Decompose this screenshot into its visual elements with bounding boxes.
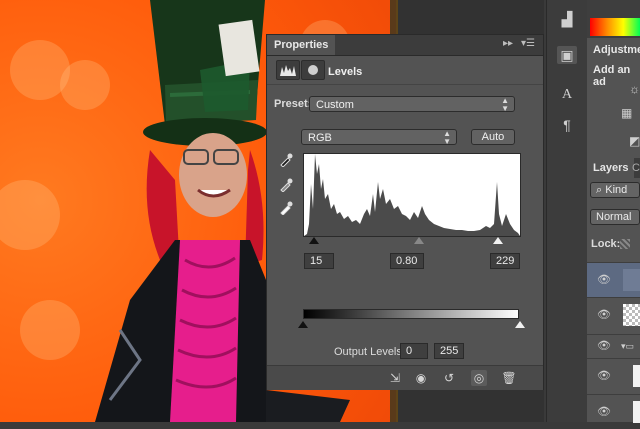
- input-levels-slider[interactable]: [303, 235, 519, 247]
- select-arrows-icon: ▲ ▼: [501, 96, 509, 113]
- gamma-slider-handle[interactable]: [414, 237, 424, 244]
- blend-mode-select[interactable]: Normal: [590, 209, 640, 225]
- preset-value: Custom: [316, 99, 354, 111]
- layer-row-photo[interactable]: 👁: [587, 297, 640, 332]
- layer-visibility-eye-icon[interactable]: 👁: [597, 339, 611, 353]
- character-panel-icon[interactable]: A: [557, 86, 577, 104]
- layer-visibility-eye-icon[interactable]: 👁: [597, 405, 611, 419]
- exposure-icon[interactable]: ◩: [629, 134, 640, 148]
- histogram-panel-icon[interactable]: ▟: [557, 10, 577, 28]
- layer-visibility-eye-icon[interactable]: 👁: [597, 369, 611, 383]
- delete-trash-icon[interactable]: 🗑: [501, 370, 517, 386]
- properties-header: [267, 56, 543, 85]
- view-previous-state-icon[interactable]: ◉: [413, 370, 429, 386]
- layer-visibility-eye-icon[interactable]: 👁: [597, 273, 611, 287]
- search-icon: ⌕: [596, 184, 603, 196]
- input-gamma-field[interactable]: 0.80: [390, 253, 424, 269]
- layer-thumbnail: [623, 269, 640, 291]
- channel-select[interactable]: RGB ▲ ▼: [301, 129, 457, 146]
- layer-row[interactable]: 👁: [587, 358, 640, 393]
- collapse-icon[interactable]: ▸▸: [503, 38, 513, 49]
- paragraph-panel-icon[interactable]: ¶: [557, 116, 577, 134]
- properties-panel-icon[interactable]: ▣: [557, 46, 577, 64]
- brightness-icon[interactable]: ☼: [629, 82, 640, 96]
- input-white-field[interactable]: 229: [490, 253, 520, 269]
- lock-transparency-icon[interactable]: [620, 239, 630, 249]
- adjustments-title: Adjustmen: [593, 44, 640, 56]
- output-levels-gradient: [303, 309, 519, 319]
- layer-row[interactable]: 👁: [587, 394, 640, 429]
- clip-to-layer-icon[interactable]: ⇲: [387, 370, 403, 386]
- layer-row-group[interactable]: 👁 ▾▭: [587, 334, 640, 359]
- mask-icon[interactable]: [301, 60, 325, 80]
- output-white-field[interactable]: 255: [434, 343, 464, 359]
- folder-icon: ▾▭: [621, 341, 635, 351]
- reset-icon[interactable]: ↺: [441, 370, 457, 386]
- white-point-slider-handle[interactable]: [493, 237, 503, 244]
- lock-label: Lock:: [591, 238, 621, 250]
- select-arrows-icon: ▲ ▼: [443, 129, 451, 146]
- input-black-field[interactable]: 15: [304, 253, 334, 269]
- color-spectrum[interactable]: [590, 18, 640, 36]
- layer-thumbnail: [623, 304, 640, 326]
- panel-icon-strip: ▟ ▣ A ¶: [546, 0, 588, 422]
- levels-adjustment-icon[interactable]: [276, 60, 300, 80]
- layer-row-levels[interactable]: 👁: [587, 262, 640, 297]
- output-levels-label: Output Levels:: [334, 346, 405, 358]
- layer-thumbnail: [633, 401, 640, 423]
- auto-button[interactable]: Auto: [471, 129, 515, 145]
- black-point-slider-handle[interactable]: [309, 237, 319, 244]
- properties-footer: ⇲ ◉ ↺ ◎ 🗑: [267, 365, 543, 390]
- white-point-eyedropper-icon[interactable]: [279, 201, 293, 216]
- visibility-eye-icon[interactable]: ◎: [471, 370, 487, 386]
- properties-tab[interactable]: Properties: [267, 35, 336, 55]
- panel-menu-icon[interactable]: ▾☰: [521, 38, 535, 49]
- layers-tab[interactable]: Layers: [587, 158, 635, 178]
- levels-histogram: [303, 153, 521, 237]
- layer-visibility-eye-icon[interactable]: 👁: [597, 308, 611, 322]
- adjustments-panel: Adjustmen Add an ad ☼ ▦ ◩: [587, 38, 640, 158]
- properties-panel: Properties ▸▸ ▾☰ Levels Preset: Custom ▲…: [266, 34, 544, 390]
- preset-select[interactable]: Custom ▲ ▼: [309, 96, 515, 113]
- channel-value: RGB: [308, 132, 332, 144]
- filter-kind-select[interactable]: ⌕ Kind: [590, 182, 640, 198]
- output-white-slider-handle[interactable]: [515, 321, 525, 328]
- black-point-eyedropper-icon[interactable]: [279, 153, 293, 168]
- output-black-field[interactable]: 0: [400, 343, 428, 359]
- kind-label: Kind: [605, 184, 628, 196]
- gray-point-eyedropper-icon[interactable]: [279, 178, 293, 193]
- output-black-slider-handle[interactable]: [298, 321, 308, 328]
- preset-label: Preset:: [274, 98, 312, 110]
- properties-tabbar: Properties ▸▸ ▾☰: [267, 35, 543, 56]
- layer-thumbnail: [633, 365, 640, 387]
- channels-tab[interactable]: C: [632, 162, 640, 174]
- histogram-graph: [304, 154, 520, 236]
- levels-title: Levels: [328, 66, 363, 78]
- levels-icon[interactable]: ▦: [621, 106, 632, 120]
